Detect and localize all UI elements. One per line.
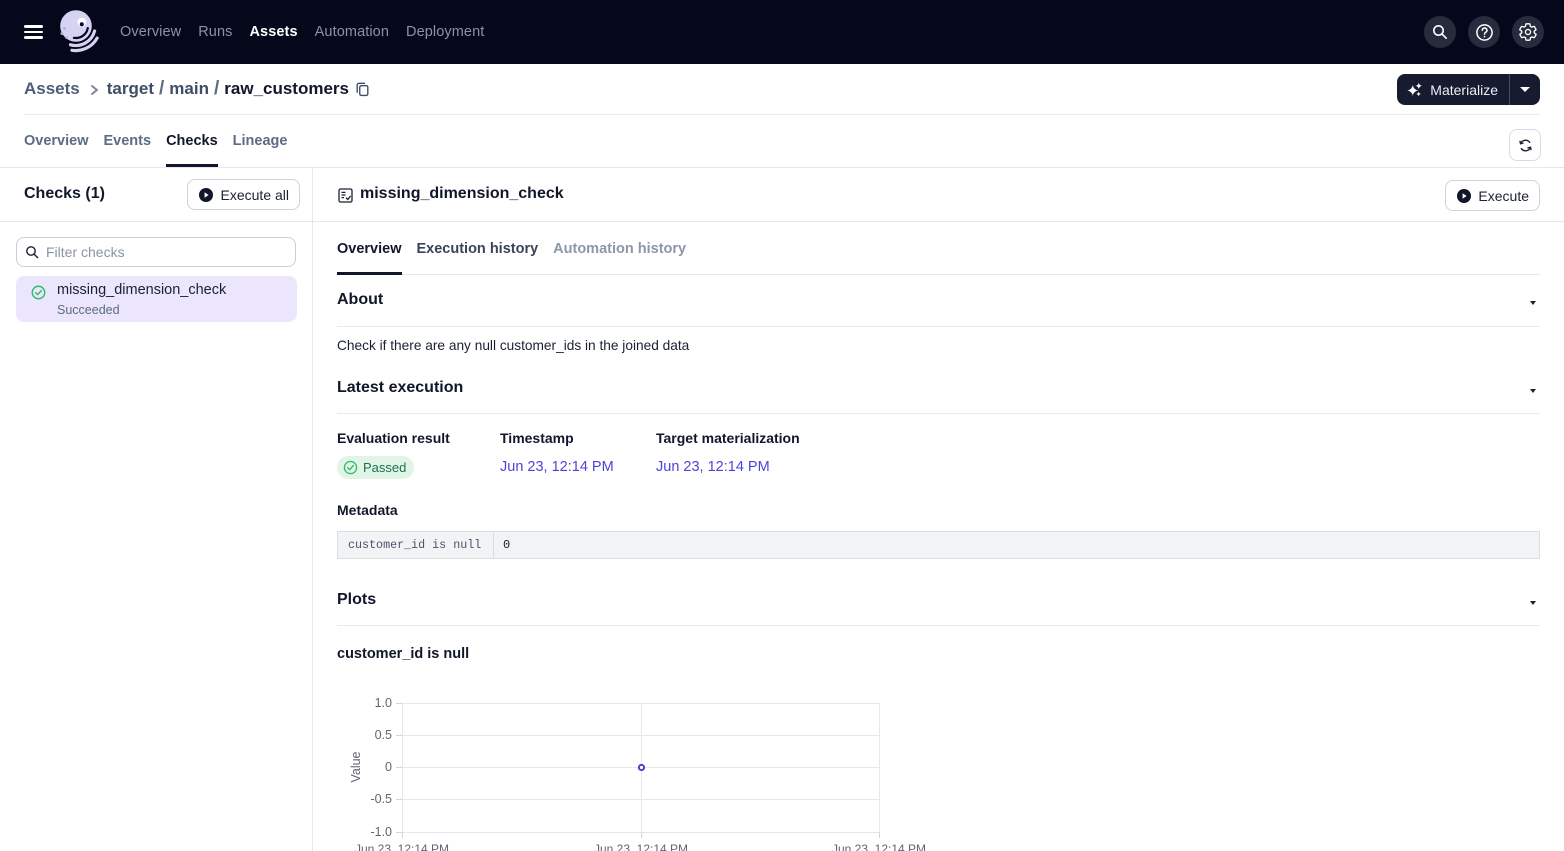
svg-text:Jun 23, 12:14 PM: Jun 23, 12:14 PM xyxy=(355,842,449,851)
svg-text:Jun 23, 12:14 PM: Jun 23, 12:14 PM xyxy=(594,842,688,851)
svg-text:-1.0: -1.0 xyxy=(370,825,392,839)
svg-text:Value: Value xyxy=(349,751,363,782)
svg-text:0: 0 xyxy=(385,760,392,774)
svg-text:-0.5: -0.5 xyxy=(370,792,392,806)
svg-text:1.0: 1.0 xyxy=(375,696,392,710)
svg-text:0.5: 0.5 xyxy=(375,728,392,742)
svg-text:Jun 23, 12:14 PM: Jun 23, 12:14 PM xyxy=(832,842,926,851)
